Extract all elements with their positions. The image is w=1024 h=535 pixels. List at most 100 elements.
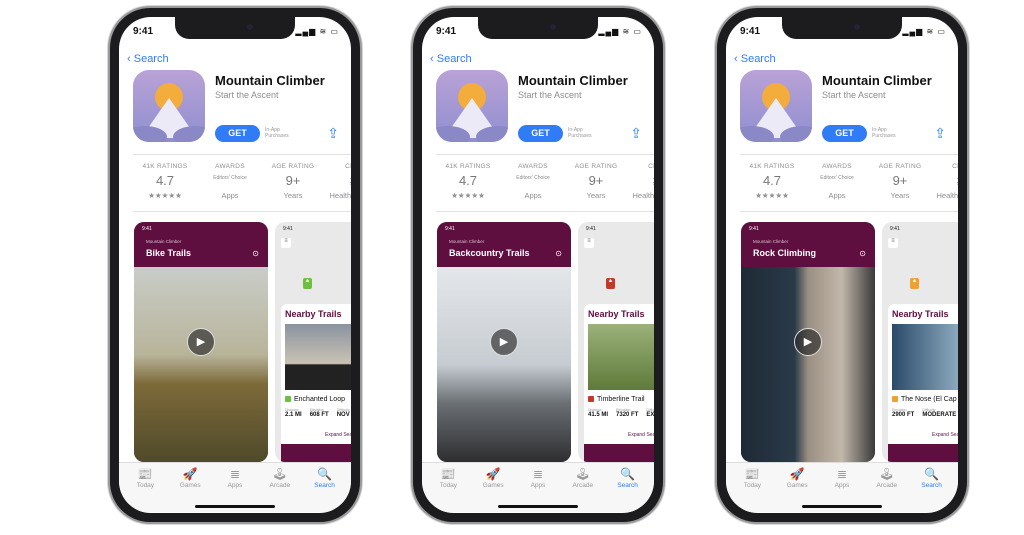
back-button[interactable]: ‹ Search <box>734 53 776 65</box>
notch <box>175 17 295 39</box>
metric-value: MODERATE <box>922 412 957 418</box>
apps-icon: ≣ <box>229 467 241 481</box>
trail-photo <box>588 324 654 390</box>
play-icon[interactable]: ▶ <box>187 328 215 356</box>
back-button[interactable]: ‹ Search <box>430 53 472 65</box>
preview-video[interactable]: 9:41 Mountain Climber Bike Trails ⊙ ▶ <box>134 222 268 462</box>
stat-label: AGE RATING <box>271 163 315 170</box>
trail-name-text: Enchanted Loop <box>294 396 345 403</box>
arcade-icon: 🕹 <box>272 467 288 481</box>
info-stat: AGE RATING 9+ Years <box>261 163 325 200</box>
in-app-purchases-label: In-App Purchases <box>568 127 592 139</box>
divider <box>436 154 654 155</box>
preview-video[interactable]: 9:41 Mountain Climber Backcountry Trails ⊙ … <box>437 222 571 462</box>
nearby-trails-card: Nearby Trails Enchanted Loop Distance 2.1… <box>281 304 351 454</box>
stat-value: 4.7 <box>762 173 782 188</box>
in-app-purchases-label: In-App Purchases <box>265 127 289 139</box>
apps-icon: ≣ <box>532 467 544 481</box>
tab-label: Search <box>921 482 942 489</box>
divider <box>133 211 351 212</box>
video-frame <box>741 267 875 462</box>
status-time: 9:41 <box>133 26 154 37</box>
metric-value: 608 FT <box>309 412 329 418</box>
back-button[interactable]: ‹ Search <box>127 53 169 65</box>
trail-name: Enchanted Loop <box>285 396 345 403</box>
nearby-heading: Nearby Trails <box>892 309 949 319</box>
today-icon: 📰 <box>744 467 760 481</box>
stat-label: CHART <box>952 163 958 170</box>
screenshot-bottom-nav <box>888 444 958 462</box>
info-stat: CHART #3 Health & Fitness <box>628 163 654 200</box>
expand-search-link: Expand Search <box>325 432 351 438</box>
stat-sub: Apps <box>221 191 239 200</box>
stat-label: CHART <box>345 163 351 170</box>
tab-label: Search <box>617 482 638 489</box>
info-stat: CHART #3 Health & Fitness <box>932 163 958 200</box>
get-button[interactable]: GET <box>822 125 867 142</box>
stat-label: 41K RATINGS <box>445 163 491 170</box>
stat-sub: Years <box>283 191 303 200</box>
stat-label: AWARDS <box>822 163 852 170</box>
stat-sub: Years <box>890 191 910 200</box>
get-button[interactable]: GET <box>518 125 563 142</box>
stat-sub: ★★★★★ <box>451 191 485 200</box>
tab-today[interactable]: 📰 Today <box>730 463 774 512</box>
home-indicator <box>802 505 882 508</box>
trail-name-text: The Nose (El Cap <box>901 396 957 403</box>
notch <box>478 17 598 39</box>
app-icon <box>133 70 205 142</box>
screenshot-time: 9:41 <box>283 226 293 232</box>
metric-value: 2.1 MI <box>285 412 302 418</box>
app-subtitle: Start the Ascent <box>518 90 582 100</box>
stat-sub: Health & Fitness <box>329 191 351 200</box>
metric-value: 7320 FT <box>616 412 639 418</box>
info-stat: AWARDS Editors' Choice Apps <box>198 163 262 200</box>
screenshot-map[interactable]: 9:41 ≡ ▲ Nearby Trails Enchanted Loop Di… <box>275 222 351 462</box>
screenshot-heading: Rock Climbing <box>753 248 817 258</box>
screenshot-time: 9:41 <box>142 226 152 232</box>
app-title: Mountain Climber <box>215 73 325 88</box>
tab-search[interactable]: 🔍 Search <box>303 463 347 512</box>
info-stat: AWARDS Editors' Choice Apps <box>805 163 869 200</box>
stat-value: #3 <box>325 173 351 188</box>
tab-search[interactable]: 🔍 Search <box>606 463 650 512</box>
tab-today[interactable]: 📰 Today <box>426 463 470 512</box>
preview-video[interactable]: 9:41 Mountain Climber Rock Climbing ⊙ ▶ <box>741 222 875 462</box>
screenshot-bottom-nav <box>281 444 351 462</box>
app-store-screen: 9:41 ▂▄▆ ≋ ▭ ‹ Search Mountain Climber S… <box>422 17 654 513</box>
search-icon: ⊙ <box>859 249 866 258</box>
share-icon[interactable]: ⇪ <box>327 125 339 142</box>
tab-label: Today <box>743 482 762 489</box>
nearby-heading: Nearby Trails <box>285 309 342 319</box>
screenshot-bottom-nav <box>584 444 654 462</box>
info-stat: AWARDS Editors' Choice Apps <box>501 163 565 200</box>
search-icon: ⊙ <box>555 249 562 258</box>
screenshot-map[interactable]: 9:41 ≡ ▲ Nearby Trails Timberline Trail … <box>578 222 654 462</box>
nearby-heading: Nearby Trails <box>588 309 645 319</box>
list-icon: ≡ <box>281 238 291 248</box>
today-icon: 📰 <box>440 467 456 481</box>
back-label: Search <box>740 53 776 65</box>
metric-value: 41.5 MI <box>588 412 609 418</box>
metric-value: EXPE <box>646 412 654 418</box>
trail-metric: Difficulty MODERATE <box>922 408 956 418</box>
info-stat: 41K RATINGS 4.7 ★★★★★ <box>740 163 804 200</box>
share-icon[interactable]: ⇪ <box>630 125 642 142</box>
play-icon[interactable]: ▶ <box>794 328 822 356</box>
home-indicator <box>498 505 578 508</box>
play-icon[interactable]: ▶ <box>490 328 518 356</box>
screenshot-map[interactable]: 9:41 ≡ ▲ Nearby Trails The Nose (El Cap … <box>882 222 958 462</box>
search-icon: 🔍 <box>317 467 333 481</box>
trail-metric: Elevation 608 FT <box>310 408 329 418</box>
trail-marker-icon: ▲ <box>606 278 615 289</box>
share-icon[interactable]: ⇪ <box>934 125 946 142</box>
stat-value: 9+ <box>892 173 908 188</box>
tab-label: Apps <box>530 482 546 489</box>
info-stat: AGE RATING 9+ Years <box>868 163 932 200</box>
get-button[interactable]: GET <box>215 125 260 142</box>
editors-choice-badge: Editors' Choice <box>820 175 854 181</box>
tab-today[interactable]: 📰 Today <box>123 463 167 512</box>
tab-search[interactable]: 🔍 Search <box>910 463 954 512</box>
apps-icon: ≣ <box>836 467 848 481</box>
today-icon: 📰 <box>137 467 153 481</box>
